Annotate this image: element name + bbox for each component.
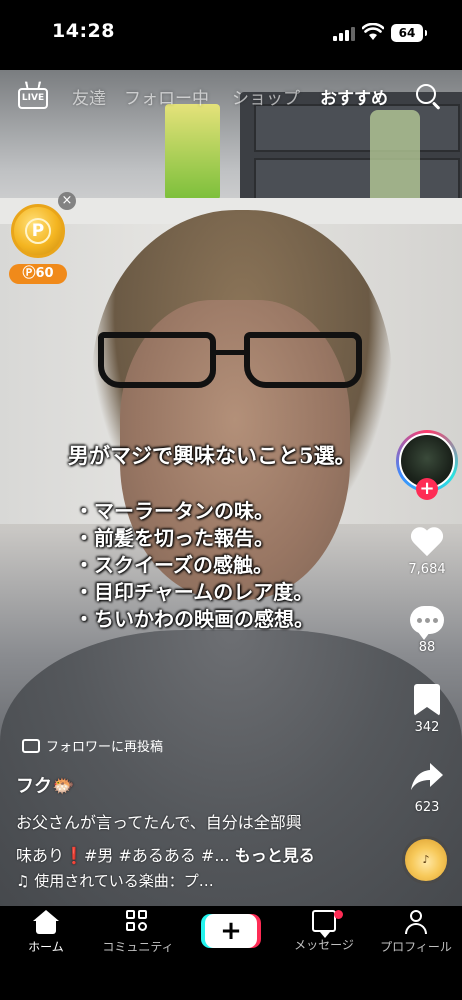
repost-label: フォロワーに再投稿 bbox=[46, 740, 164, 755]
nav-community-label: コミュニティ bbox=[102, 940, 174, 954]
person-glasses bbox=[98, 332, 362, 392]
heart-icon bbox=[410, 528, 444, 558]
bookmark-count: 342 bbox=[414, 720, 440, 735]
live-label: LIVE bbox=[18, 88, 48, 109]
repost-button[interactable]: フォロワーに再投稿 bbox=[22, 736, 163, 758]
nav-home-label: ホーム bbox=[28, 940, 64, 954]
share-icon bbox=[411, 763, 443, 790]
author-name[interactable]: フク🐡 bbox=[16, 772, 74, 798]
notification-dot bbox=[334, 910, 343, 919]
cellular-signal-icon bbox=[333, 27, 355, 41]
share-button[interactable]: 623 bbox=[400, 760, 454, 815]
top-nav: LIVE 友達 フォロー中 ショップ おすすめ bbox=[0, 80, 462, 114]
bookmark-icon bbox=[414, 684, 440, 716]
share-count: 623 bbox=[414, 800, 440, 815]
home-icon bbox=[33, 910, 59, 934]
repost-icon bbox=[22, 738, 40, 753]
nav-profile-label: プロフィール bbox=[380, 940, 452, 954]
description-text: 味あり bbox=[16, 846, 65, 865]
bookmark-button[interactable]: 342 bbox=[400, 684, 454, 735]
coin-points-badge: Ⓟ60 bbox=[9, 264, 67, 284]
comment-count: 88 bbox=[418, 640, 436, 655]
overlay-title: 男がマジで興味ないこと5選。 bbox=[68, 443, 356, 468]
live-icon[interactable]: LIVE bbox=[18, 81, 48, 110]
description-line: お父さんが言ってたんで、自分は全部興 bbox=[16, 813, 302, 832]
coin-symbol: P bbox=[25, 218, 51, 244]
overlay-list-item: ・ちいかわの映画の感想。 bbox=[74, 607, 314, 631]
create-button[interactable]: + bbox=[205, 914, 257, 948]
tab-following[interactable]: フォロー中 bbox=[124, 84, 209, 109]
nav-messages-label: メッセージ bbox=[294, 938, 354, 952]
tab-shop[interactable]: ショップ bbox=[232, 84, 300, 109]
exclamation-icon: ❗ bbox=[64, 846, 84, 865]
like-count: 7,684 bbox=[408, 562, 446, 577]
like-button[interactable]: 7,684 bbox=[400, 528, 454, 577]
tab-friends[interactable]: 友達 bbox=[72, 84, 106, 109]
bottom-nav: ホーム コミュニティ + メッセージ プロフィール bbox=[0, 906, 462, 1000]
nav-profile[interactable]: プロフィール bbox=[370, 910, 462, 955]
overlay-list: ・マーラータンの味。 ・前髪を切った報告。 ・スクイーズの感触。 ・目印チャーム… bbox=[74, 498, 314, 633]
tab-for-you[interactable]: おすすめ bbox=[320, 84, 388, 109]
comment-button[interactable]: 88 bbox=[400, 606, 454, 655]
background-bottle bbox=[165, 104, 220, 200]
nav-community[interactable]: コミュニティ bbox=[92, 910, 184, 955]
hashtags[interactable]: #男 #あるある #... bbox=[84, 846, 230, 865]
status-time: 14:28 bbox=[52, 20, 115, 42]
coin-reward-icon[interactable]: P bbox=[11, 204, 65, 258]
video-description[interactable]: お父さんが言ってたんで、自分は全部興 味あり❗#男 #あるある #... もっと… bbox=[16, 806, 396, 872]
coin-close-icon[interactable]: × bbox=[58, 192, 76, 210]
description-line: 味あり❗#男 #あるある #... もっと見る bbox=[16, 839, 396, 872]
music-disc-icon[interactable]: ♪ bbox=[402, 836, 450, 884]
music-info[interactable]: ♫ 使用されている楽曲：プ… bbox=[16, 870, 214, 891]
overlay-list-item: ・スクイーズの感触。 bbox=[74, 553, 273, 577]
overlay-list-item: ・目印チャームのレア度。 bbox=[74, 580, 314, 604]
status-bar: 14:28 64 bbox=[0, 0, 462, 70]
search-icon[interactable] bbox=[416, 84, 442, 110]
background-jar bbox=[370, 110, 420, 202]
follow-button[interactable]: + bbox=[416, 478, 438, 500]
community-icon bbox=[126, 910, 150, 934]
nav-messages[interactable]: メッセージ bbox=[278, 910, 370, 953]
wifi-icon bbox=[362, 23, 384, 40]
comment-icon bbox=[410, 606, 444, 640]
see-more-link[interactable]: もっと見る bbox=[235, 846, 315, 865]
nav-home[interactable]: ホーム bbox=[0, 910, 92, 955]
battery-icon: 64 bbox=[391, 24, 427, 42]
message-icon bbox=[312, 910, 336, 938]
overlay-list-item: ・マーラータンの味。 bbox=[74, 499, 274, 523]
profile-icon bbox=[404, 910, 428, 934]
overlay-list-item: ・前髪を切った報告。 bbox=[74, 526, 274, 550]
